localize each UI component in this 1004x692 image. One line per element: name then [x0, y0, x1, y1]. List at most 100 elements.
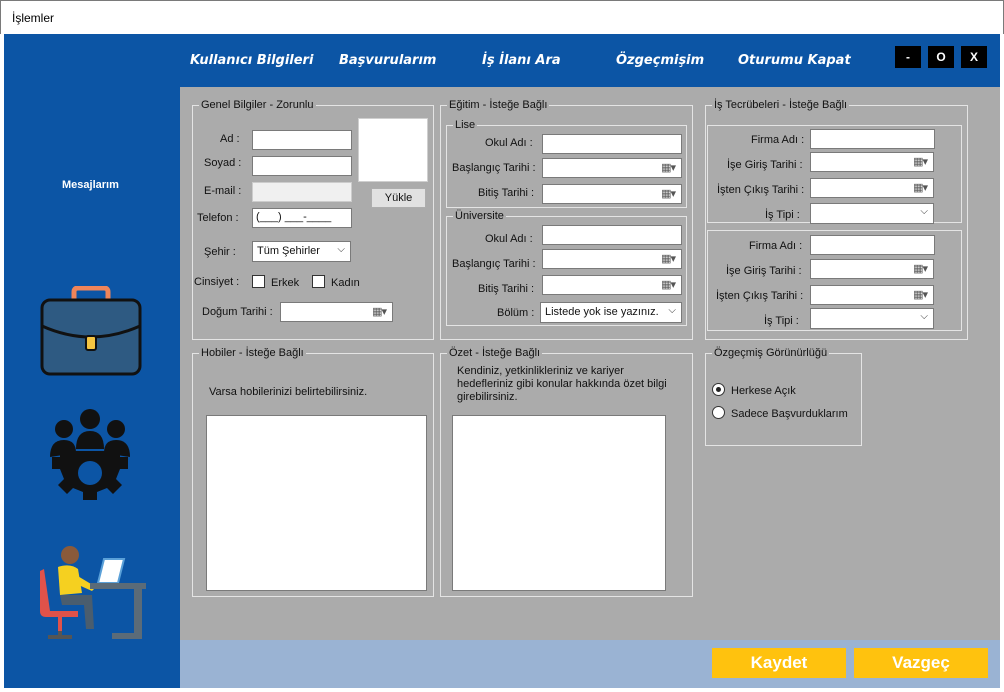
- male-label: Erkek: [271, 277, 300, 289]
- calendar-dropdown-icon: ▦▾: [661, 279, 676, 291]
- profile-photo-box: [358, 118, 428, 182]
- sidebar: Mesajlarım: [4, 87, 180, 688]
- birthdate-label: Doğum Tarihi :: [202, 306, 273, 318]
- team-gear-icon[interactable]: [46, 407, 134, 503]
- nav-job-search[interactable]: İş İlanı Ara: [482, 53, 561, 68]
- hs-end-picker[interactable]: ▦▾: [542, 184, 682, 204]
- nav-resume[interactable]: Özgeçmişim: [616, 53, 704, 68]
- exp2-company-field[interactable]: [810, 235, 935, 255]
- summary-legend: Özet - İsteğe Bağlı: [447, 347, 543, 359]
- exp2-start-picker[interactable]: ▦▾: [810, 259, 934, 279]
- calendar-dropdown-icon: ▦▾: [913, 289, 928, 301]
- visibility-legend: Özgeçmiş Görünürlüğü: [712, 347, 830, 359]
- male-checkbox[interactable]: [252, 275, 265, 288]
- summary-hint-line1: Kendiniz, yetkinlikleriniz ve kariyer: [457, 365, 624, 377]
- content-panel: Genel Bilgiler - Zorunlu Ad : Soyad : E-…: [180, 87, 1000, 640]
- hs-start-picker[interactable]: ▦▾: [542, 158, 682, 178]
- calendar-dropdown-icon: ▦▾: [661, 253, 676, 265]
- close-button[interactable]: X: [961, 46, 987, 68]
- exp2-end-picker[interactable]: ▦▾: [810, 285, 934, 305]
- summary-hint-line2: hedefleriniz gibi konular hakkında özet …: [457, 378, 667, 390]
- hobbies-legend: Hobiler - İsteğe Bağlı: [199, 347, 306, 359]
- email-label: E-mail :: [204, 185, 242, 197]
- nav-user-info[interactable]: Kullanıcı Bilgileri: [190, 53, 313, 68]
- education-legend: Eğitim - İsteğe Bağlı: [447, 99, 550, 111]
- birthdate-picker[interactable]: ▦▾: [280, 302, 393, 322]
- window-title: İşlemler: [12, 11, 55, 25]
- calendar-dropdown-icon: ▦▾: [913, 156, 928, 168]
- window-titlebar: İşlemler: [0, 0, 1004, 34]
- high-school-legend: Lise: [453, 119, 478, 131]
- visibility-group: Özgeçmiş Görünürlüğü: [705, 347, 862, 446]
- chevron-down-icon: ⌵: [920, 206, 928, 217]
- upload-button[interactable]: Yükle: [371, 188, 426, 208]
- exp2-company-label: Firma Adı :: [749, 240, 803, 252]
- uni-end-label: Bitiş Tarihi :: [478, 283, 535, 295]
- sidebar-messages-link[interactable]: Mesajlarım: [62, 179, 119, 191]
- visibility-applied-label: Sadece Başvurduklarım: [731, 408, 848, 420]
- nav-logout[interactable]: Oturumu Kapat: [738, 53, 851, 68]
- city-select[interactable]: Tüm Şehirler ⌵: [252, 241, 351, 262]
- summary-textarea[interactable]: [452, 415, 666, 591]
- maximize-button[interactable]: O: [928, 46, 954, 68]
- hobbies-textarea[interactable]: [206, 415, 427, 591]
- surname-label: Soyad :: [204, 157, 242, 169]
- general-info-legend: Genel Bilgiler - Zorunlu: [199, 99, 316, 111]
- chevron-down-icon: ⌵: [668, 305, 676, 316]
- calendar-dropdown-icon: ▦▾: [913, 263, 928, 275]
- gender-label: Cinsiyet :: [194, 276, 240, 288]
- female-checkbox[interactable]: [312, 275, 325, 288]
- exp1-type-select[interactable]: ⌵: [810, 203, 934, 224]
- name-label: Ad :: [220, 133, 240, 145]
- exp2-end-label: İşten Çıkış Tarihi :: [716, 290, 804, 302]
- person-at-laptop-icon[interactable]: [38, 545, 148, 645]
- email-field[interactable]: [252, 182, 352, 202]
- uni-school-field[interactable]: [542, 225, 682, 245]
- female-label: Kadın: [331, 277, 360, 289]
- phone-label: Telefon :: [197, 212, 239, 224]
- briefcase-icon[interactable]: [40, 286, 142, 378]
- hs-start-label: Başlangıç Tarihi :: [452, 162, 536, 174]
- exp2-start-label: İşe Giriş Tarihi :: [726, 265, 802, 277]
- bottom-action-bar: Kaydet Vazgeç: [180, 640, 1000, 688]
- minimize-button[interactable]: -: [895, 46, 921, 68]
- chevron-down-icon: ⌵: [337, 244, 345, 255]
- phone-field[interactable]: (___) ___-____: [252, 208, 352, 228]
- hs-school-field[interactable]: [542, 134, 682, 154]
- exp2-type-label: İş Tipi :: [764, 315, 799, 327]
- calendar-dropdown-icon: ▦▾: [661, 188, 676, 200]
- surname-field[interactable]: [252, 156, 352, 176]
- visibility-applied-radio[interactable]: [712, 406, 725, 419]
- calendar-dropdown-icon: ▦▾: [372, 306, 387, 318]
- hobbies-hint: Varsa hobilerinizi belirtebilirsiniz.: [209, 386, 368, 398]
- name-field[interactable]: [252, 130, 352, 150]
- summary-hint-line3: girebilirsiniz.: [457, 391, 518, 403]
- exp1-company-field[interactable]: [810, 129, 935, 149]
- calendar-dropdown-icon: ▦▾: [661, 162, 676, 174]
- save-button[interactable]: Kaydet: [712, 648, 846, 678]
- department-select[interactable]: Listede yok ise yazınız. ⌵: [540, 302, 682, 323]
- visibility-public-radio[interactable]: [712, 383, 725, 396]
- nav-applications[interactable]: Başvurularım: [339, 53, 436, 68]
- chevron-down-icon: ⌵: [920, 311, 928, 322]
- hs-end-label: Bitiş Tarihi :: [478, 187, 535, 199]
- exp2-type-select[interactable]: ⌵: [810, 308, 934, 329]
- uni-end-picker[interactable]: ▦▾: [542, 275, 682, 295]
- calendar-dropdown-icon: ▦▾: [913, 182, 928, 194]
- exp1-company-label: Firma Adı :: [751, 134, 805, 146]
- exp1-start-label: İşe Giriş Tarihi :: [727, 159, 803, 171]
- city-label: Şehir :: [204, 246, 236, 258]
- hs-school-label: Okul Adı :: [485, 137, 533, 149]
- city-value: Tüm Şehirler: [257, 245, 320, 257]
- visibility-public-label: Herkese Açık: [731, 385, 796, 397]
- cancel-button[interactable]: Vazgeç: [854, 648, 988, 678]
- exp1-start-picker[interactable]: ▦▾: [810, 152, 934, 172]
- department-value: Listede yok ise yazınız.: [545, 306, 659, 318]
- uni-start-picker[interactable]: ▦▾: [542, 249, 682, 269]
- exp1-end-picker[interactable]: ▦▾: [810, 178, 934, 198]
- exp1-type-label: İş Tipi :: [765, 209, 800, 221]
- uni-school-label: Okul Adı :: [485, 233, 533, 245]
- university-legend: Üniversite: [453, 210, 506, 222]
- department-label: Bölüm :: [497, 307, 535, 319]
- top-nav: Kullanıcı Bilgileri Başvurularım İş İlan…: [4, 34, 1000, 87]
